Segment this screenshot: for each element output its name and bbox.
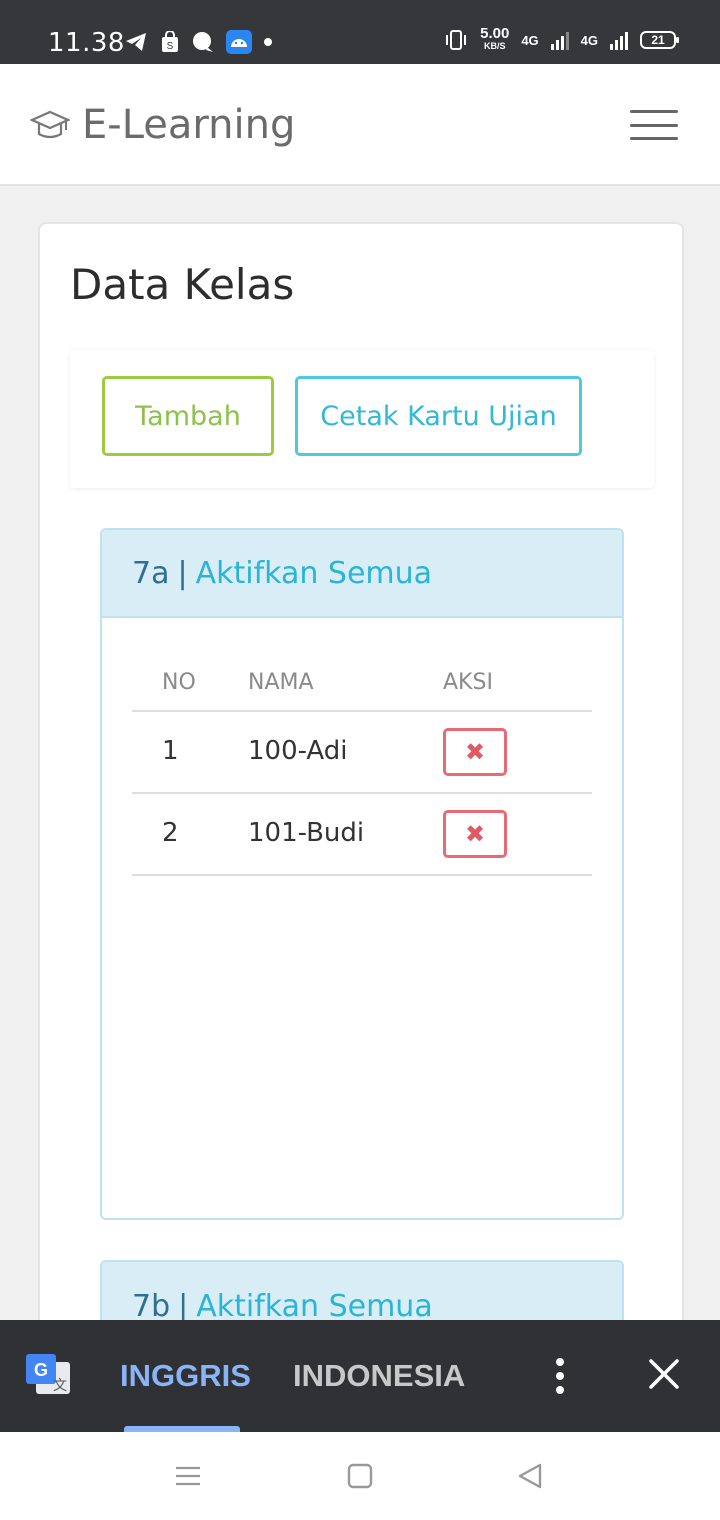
android-icon [226, 30, 252, 54]
signal-icon [550, 30, 569, 50]
status-bar: 11.38 S 5.00 KB/S 4G 4G 21 [0, 0, 720, 64]
action-panel: Tambah Cetak Kartu Ujian [70, 350, 654, 488]
class-name: 7a [132, 555, 170, 591]
close-icon: ✖ [464, 820, 486, 848]
student-table: NO NAMA AKSI 1 100-Adi ✖ 2 101-Budi ✖ [132, 654, 592, 876]
class-header: 7a | Aktifkan Semua [102, 530, 622, 618]
translate-bar: G 文 INGGRIS INDONESIA [0, 1320, 720, 1432]
column-header-nama: NAMA [248, 670, 314, 695]
notification-icons: S [124, 30, 272, 54]
page-title: Data Kelas [70, 260, 295, 309]
svg-text:文: 文 [53, 1378, 67, 1394]
source-language-tab[interactable]: INGGRIS [120, 1358, 251, 1394]
dot-icon [264, 38, 272, 46]
svg-text:S: S [167, 41, 174, 52]
table-row: 1 100-Adi ✖ [132, 712, 592, 794]
column-header-aksi: AKSI [443, 670, 493, 695]
top-navbar: E-Learning [0, 64, 720, 186]
network-type-1: 4G [521, 32, 539, 48]
brand-link[interactable]: E-Learning [30, 102, 295, 148]
row-nama: 101-Budi [248, 818, 365, 848]
more-options-icon[interactable] [553, 1358, 567, 1394]
signal-icon-2 [610, 30, 628, 50]
brand-title: E-Learning [82, 102, 296, 148]
delete-button[interactable]: ✖ [443, 728, 507, 776]
print-exam-card-button[interactable]: Cetak Kartu Ujian [295, 376, 582, 456]
table-row: 2 101-Budi ✖ [132, 794, 592, 876]
column-header-no: NO [162, 670, 196, 695]
delete-button[interactable]: ✖ [443, 810, 507, 858]
row-nama: 100-Adi [248, 736, 348, 766]
svg-text:G: G [34, 1360, 48, 1380]
chat-bubble-icon [193, 32, 213, 52]
row-no: 1 [162, 736, 179, 766]
status-time: 11.38 [48, 28, 125, 58]
shop-bag-icon: S [162, 31, 178, 52]
close-icon[interactable] [646, 1356, 682, 1392]
table-header: NO NAMA AKSI [132, 654, 592, 712]
recent-apps-icon[interactable] [174, 1462, 202, 1490]
vibrate-icon [446, 30, 467, 50]
graduation-cap-icon [30, 110, 70, 139]
class-name: 7b [132, 1288, 171, 1324]
menu-toggle-icon[interactable] [630, 110, 678, 140]
class-panel-7a: 7a | Aktifkan Semua NO NAMA AKSI 1 100-A… [100, 528, 624, 1220]
class-separator: | [178, 1288, 189, 1324]
activate-all-link[interactable]: Aktifkan Semua [196, 1289, 432, 1324]
telegram-icon [126, 33, 146, 51]
main-card: Data Kelas Tambah Cetak Kartu Ujian 7a |… [38, 222, 684, 1380]
battery-icon: 21 [640, 31, 679, 49]
google-translate-icon[interactable]: G 文 [24, 1352, 72, 1398]
network-speed: 5.00 KB/S [480, 25, 510, 51]
system-navigation-bar [0, 1432, 720, 1520]
activate-all-link[interactable]: Aktifkan Semua [196, 556, 432, 591]
system-indicators: 5.00 KB/S 4G 4G 21 [444, 25, 679, 52]
close-icon: ✖ [464, 738, 486, 766]
row-no: 2 [162, 818, 179, 848]
target-language-tab[interactable]: INDONESIA [293, 1358, 465, 1394]
back-icon[interactable] [516, 1462, 544, 1490]
add-button[interactable]: Tambah [102, 376, 274, 456]
class-separator: | [177, 555, 188, 591]
home-icon[interactable] [346, 1462, 374, 1490]
network-type-2: 4G [580, 32, 598, 48]
